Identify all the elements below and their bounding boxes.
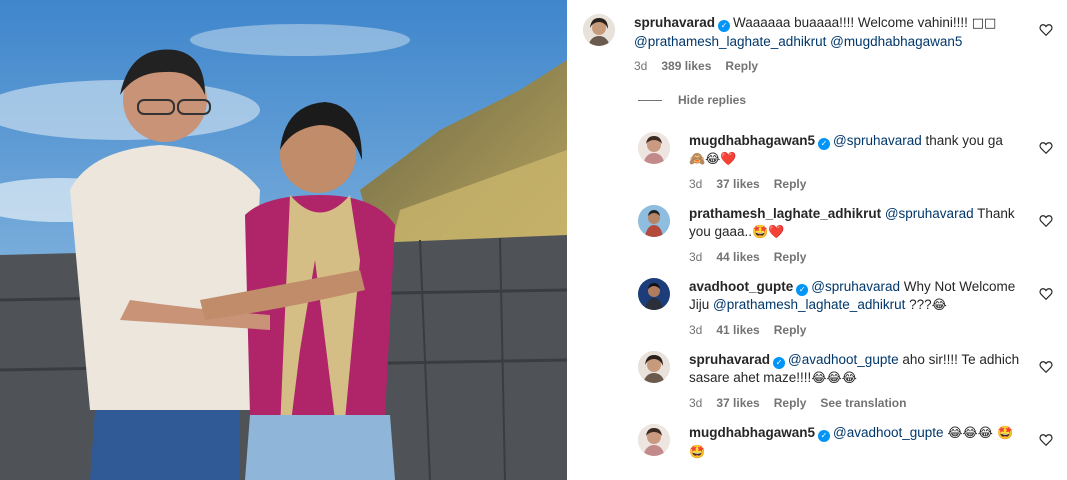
comment-emoji: □□ bbox=[971, 16, 997, 31]
heart-outline-icon[interactable] bbox=[1039, 23, 1053, 37]
reply-likes[interactable]: 37 likes bbox=[716, 396, 759, 410]
reply-likes[interactable]: 37 likes bbox=[716, 177, 759, 191]
reply-button[interactable]: Reply bbox=[725, 59, 758, 73]
heart-outline-icon[interactable] bbox=[1039, 141, 1053, 155]
heart-outline-icon[interactable] bbox=[1039, 433, 1053, 447]
post-image[interactable] bbox=[0, 0, 567, 480]
comment-item: spruhavarad ✓ Waaaaaa buaaaa!!!! Welcome v… bbox=[583, 14, 1067, 84]
comment-time: 3d bbox=[634, 59, 648, 73]
reply-username[interactable]: spruhavarad bbox=[689, 352, 770, 367]
heart-outline-icon[interactable] bbox=[1039, 214, 1053, 228]
reply-item: spruhavarad ✓ @avadhoot_gupte aho sir!!!! … bbox=[638, 351, 1067, 411]
comment-message: Waaaaaa buaaaa!!!! Welcome vahini!!!! bbox=[733, 15, 972, 30]
mention-link[interactable]: @spruhavarad bbox=[885, 206, 974, 221]
reply-time: 3d bbox=[689, 250, 703, 264]
verified-badge-icon: ✓ bbox=[796, 284, 809, 296]
reply-username[interactable]: avadhoot_gupte bbox=[689, 279, 793, 294]
reply-emoji: 🙈😂❤️ bbox=[689, 152, 737, 167]
reply-button[interactable]: Reply bbox=[774, 396, 807, 410]
mention-link[interactable]: @prathamesh_laghate_adhikrut bbox=[713, 297, 905, 312]
avatar-image bbox=[638, 351, 670, 383]
avatar[interactable] bbox=[638, 351, 670, 383]
comment-likes[interactable]: 389 likes bbox=[661, 59, 711, 73]
hide-replies-button[interactable]: Hide replies bbox=[638, 93, 746, 107]
reply-emoji: 😂😂😂 bbox=[811, 371, 857, 386]
avatar[interactable] bbox=[638, 132, 670, 164]
reply-username[interactable]: prathamesh_laghate_adhikrut bbox=[689, 206, 881, 221]
reply-meta: 3d 37 likes Reply bbox=[689, 177, 820, 191]
reply-item: avadhoot_gupte ✓ @spruhavarad Why Not Welc… bbox=[638, 278, 1067, 338]
reply-button[interactable]: Reply bbox=[774, 323, 807, 337]
comment-username[interactable]: spruhavarad bbox=[634, 15, 715, 30]
reply-username[interactable]: mugdhabhagawan5 bbox=[689, 425, 815, 440]
reply-emoji: 🤩❤️ bbox=[752, 225, 785, 240]
avatar-image bbox=[638, 278, 670, 310]
reply-message: thank you ga bbox=[921, 133, 1003, 148]
heart-outline-icon[interactable] bbox=[1039, 287, 1053, 301]
reply-likes[interactable]: 44 likes bbox=[716, 250, 759, 264]
reply-item: prathamesh_laghate_adhikrut @spruhavarad… bbox=[638, 205, 1067, 265]
verified-badge-icon: ✓ bbox=[773, 357, 786, 369]
reply-time: 3d bbox=[689, 323, 703, 337]
reply-text: mugdhabhagawan5 ✓ @spruhavarad thank you g… bbox=[689, 132, 1027, 169]
comment-meta: 3d 389 likes Reply bbox=[634, 59, 772, 73]
reply-text: prathamesh_laghate_adhikrut @spruhavarad… bbox=[689, 205, 1027, 242]
reply-item: mugdhabhagawan5 ✓ @spruhavarad thank you g… bbox=[638, 132, 1067, 192]
divider-line bbox=[638, 100, 662, 102]
reply-time: 3d bbox=[689, 177, 703, 191]
reply-text: spruhavarad ✓ @avadhoot_gupte aho sir!!!! … bbox=[689, 351, 1027, 388]
avatar[interactable] bbox=[638, 424, 670, 456]
reply-meta: 3d 41 likes Reply bbox=[689, 323, 820, 337]
verified-badge-icon: ✓ bbox=[718, 20, 731, 32]
see-translation-button[interactable]: See translation bbox=[820, 396, 906, 410]
comment-text: spruhavarad ✓ Waaaaaa buaaaa!!!! Welcome v… bbox=[634, 14, 1027, 51]
reply-likes[interactable]: 41 likes bbox=[716, 323, 759, 337]
avatar[interactable] bbox=[638, 278, 670, 310]
comments-panel: spruhavarad ✓ Waaaaaa buaaaa!!!! Welcome v… bbox=[567, 0, 1067, 480]
reply-button[interactable]: Reply bbox=[774, 250, 807, 264]
verified-badge-icon: ✓ bbox=[818, 138, 831, 150]
mention-link[interactable]: @spruhavarad bbox=[833, 133, 922, 148]
mention-link[interactable]: @avadhoot_gupte bbox=[788, 352, 899, 367]
mention-link[interactable]: @avadhoot_gupte bbox=[833, 425, 944, 440]
mention-link[interactable]: @prathamesh_laghate_adhikrut bbox=[634, 34, 826, 49]
reply-message-suffix: ??? bbox=[905, 297, 932, 312]
avatar-image bbox=[638, 132, 670, 164]
reply-button[interactable]: Reply bbox=[774, 177, 807, 191]
reply-meta: 3d 37 likes Reply See translation bbox=[689, 396, 920, 410]
avatar[interactable] bbox=[638, 205, 670, 237]
reply-username[interactable]: mugdhabhagawan5 bbox=[689, 133, 815, 148]
reply-emoji: 😂 bbox=[931, 298, 947, 313]
mention-link[interactable]: @spruhavarad bbox=[811, 279, 900, 294]
reply-text: avadhoot_gupte ✓ @spruhavarad Why Not Welc… bbox=[689, 278, 1027, 315]
avatar-image bbox=[638, 424, 670, 456]
reply-time: 3d bbox=[689, 396, 703, 410]
verified-badge-icon: ✓ bbox=[818, 430, 831, 442]
hide-replies-label: Hide replies bbox=[678, 93, 747, 107]
mention-link[interactable]: @mugdhabhagawan5 bbox=[830, 34, 962, 49]
reply-text: mugdhabhagawan5 ✓ @avadhoot_gupte 😂😂😂 🤩🤩 bbox=[689, 424, 1027, 462]
avatar-image bbox=[583, 14, 615, 46]
reply-meta: 3d 44 likes Reply bbox=[689, 250, 820, 264]
reply-item: mugdhabhagawan5 ✓ @avadhoot_gupte 😂😂😂 🤩🤩 bbox=[638, 424, 1067, 480]
avatar[interactable] bbox=[583, 14, 615, 46]
avatar-image bbox=[638, 205, 670, 237]
heart-outline-icon[interactable] bbox=[1039, 360, 1053, 374]
post-photo-illustration bbox=[0, 0, 567, 480]
